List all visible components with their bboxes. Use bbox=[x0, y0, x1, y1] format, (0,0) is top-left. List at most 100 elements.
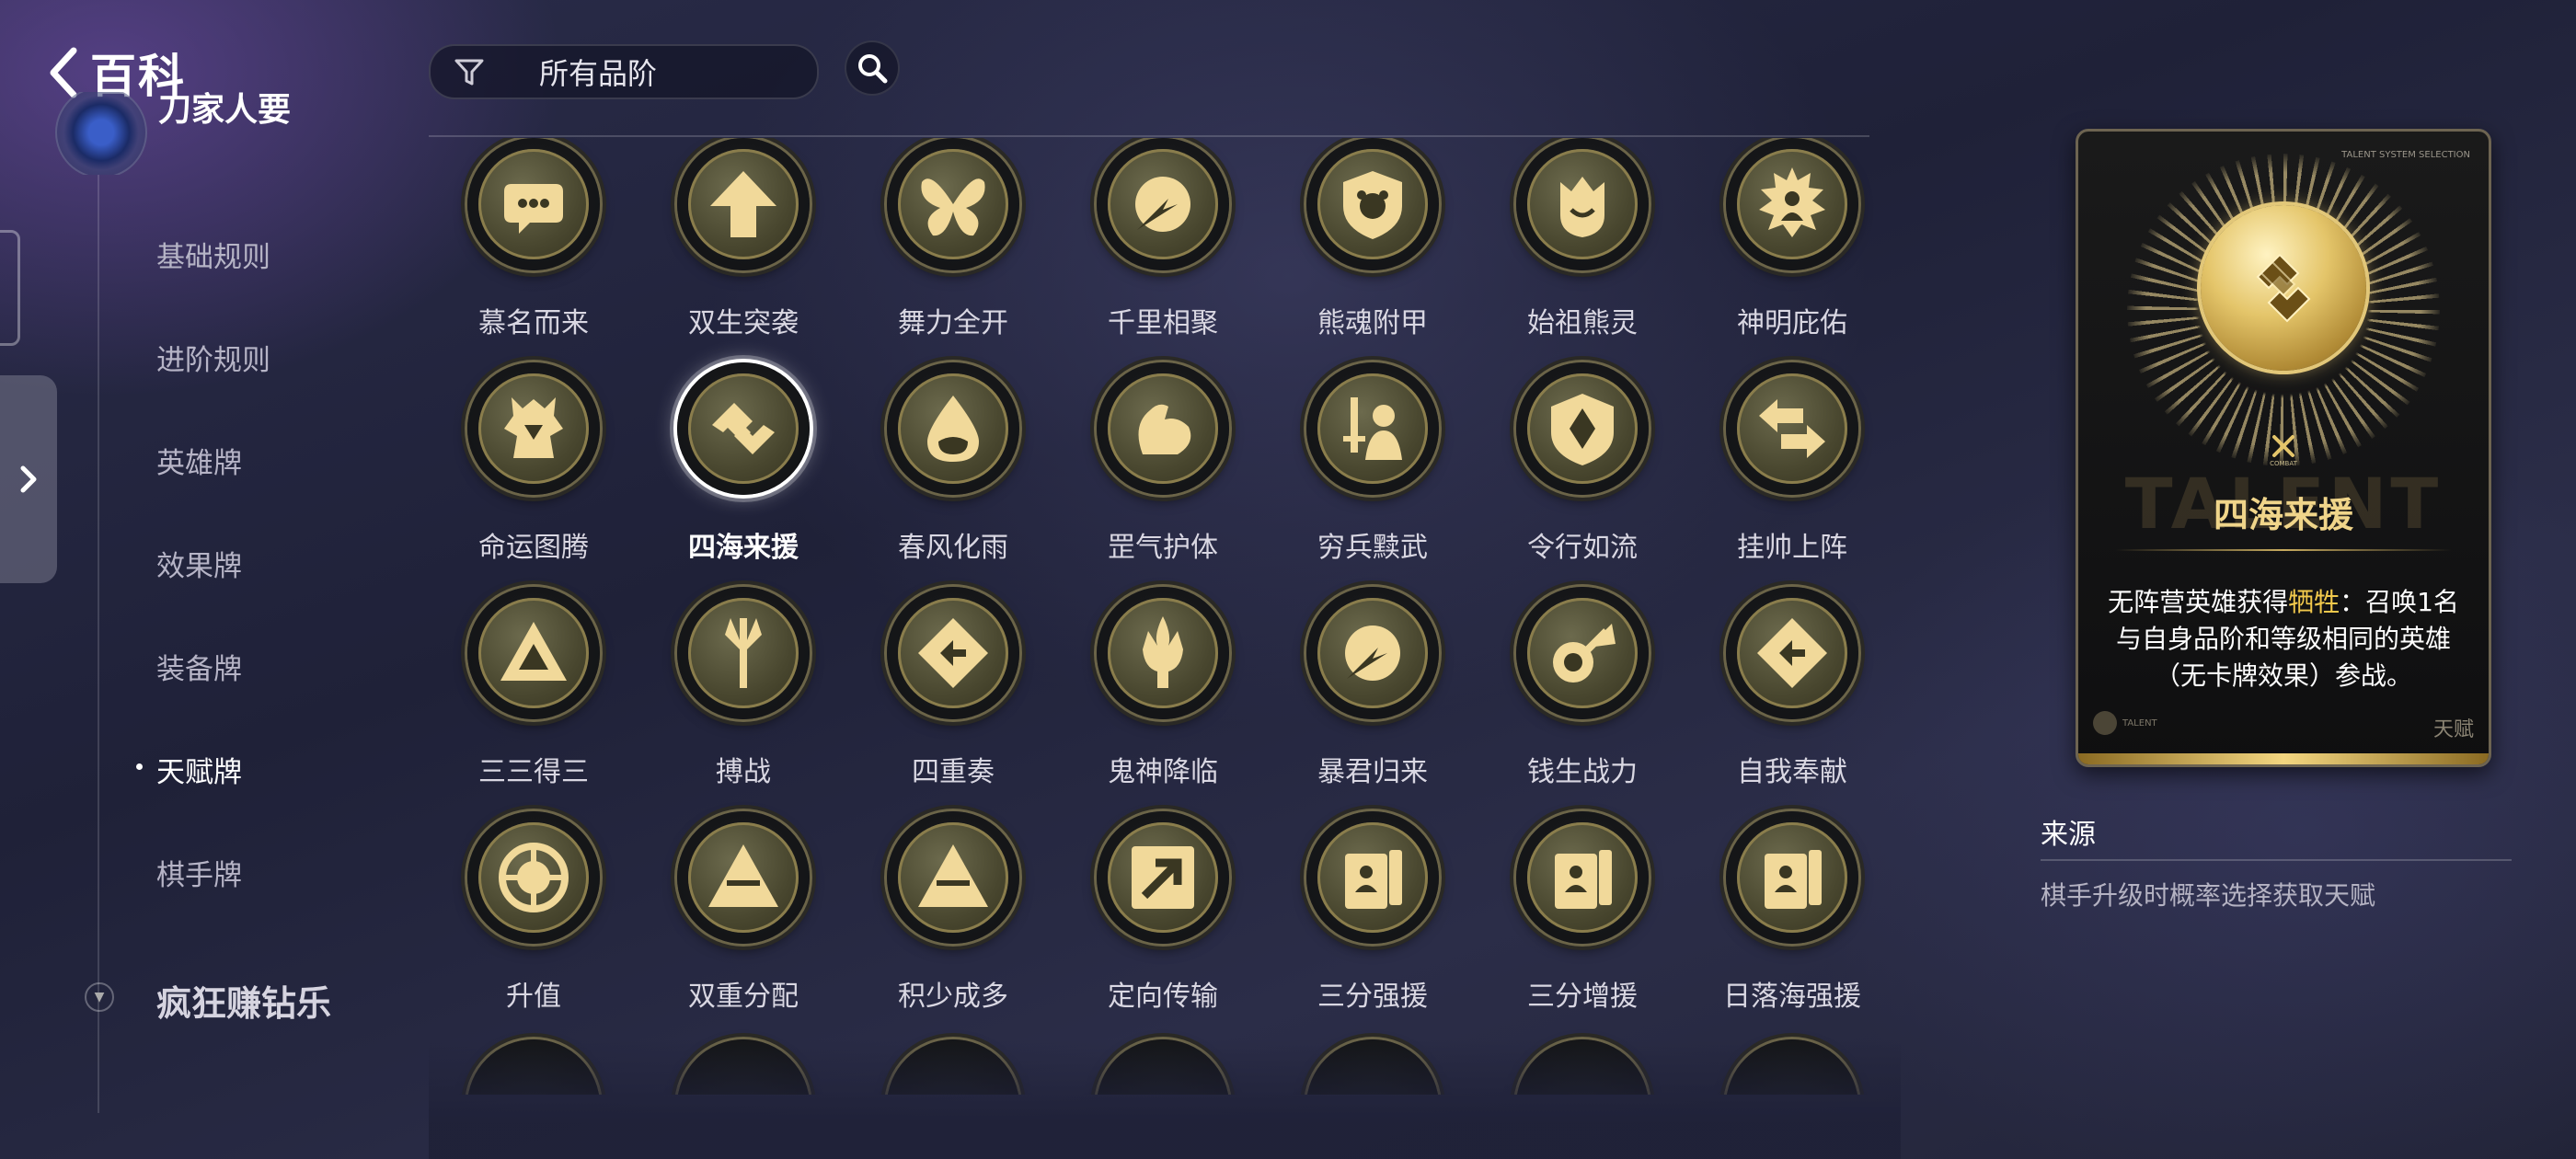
talent-name: 三分强援 bbox=[1317, 981, 1428, 1013]
sidebar-item[interactable]: 基础规则 bbox=[156, 234, 270, 275]
talent-item[interactable]: 自我奉献 bbox=[1687, 587, 1897, 813]
card-gold-edge bbox=[2078, 753, 2489, 764]
swap-arrows-icon bbox=[1759, 399, 1825, 458]
talent-item[interactable]: 慕名而来 bbox=[429, 138, 638, 364]
talent-medal bbox=[1516, 811, 1649, 944]
talent-medal bbox=[1097, 811, 1229, 944]
talent-item[interactable]: 暴君归来 bbox=[1268, 587, 1478, 813]
talent-medal bbox=[887, 811, 1019, 944]
talent-medal bbox=[677, 362, 810, 495]
expand-drawer-button[interactable] bbox=[0, 375, 57, 583]
grade-filter-dropdown[interactable]: 所有品阶 bbox=[429, 44, 819, 99]
source-divider bbox=[2041, 859, 2512, 861]
sidebar-item[interactable]: 效果牌 bbox=[156, 543, 242, 584]
grid-scroll-fade bbox=[429, 1039, 1901, 1159]
sidebar-item[interactable]: 装备牌 bbox=[156, 646, 242, 687]
search-button[interactable] bbox=[845, 40, 900, 96]
talent-item[interactable]: 千里相聚 bbox=[1058, 138, 1268, 364]
sidebar-section-header[interactable]: 刀家人要 bbox=[52, 92, 355, 175]
talent-item[interactable]: 积少成多 bbox=[848, 811, 1058, 1038]
card-title: 四海来援 bbox=[2213, 495, 2353, 535]
talent-item[interactable]: 四海来援 bbox=[638, 362, 848, 589]
talent-medal bbox=[887, 587, 1019, 719]
comet-icon bbox=[1345, 625, 1400, 681]
talent-medal bbox=[1306, 362, 1439, 495]
talent-medal bbox=[1097, 138, 1229, 270]
talent-grid: 慕名而来 双生突袭 舞力全开 千里相聚 熊魂附甲 始祖熊灵 神明庇佑命运图腾 四海来援 春风化雨… bbox=[429, 138, 1901, 1095]
talent-item[interactable]: 始祖熊灵 bbox=[1478, 138, 1687, 364]
comet-icon bbox=[1135, 177, 1190, 232]
talent-name: 三三得三 bbox=[478, 756, 589, 788]
talent-item[interactable]: 双重分配 bbox=[638, 811, 848, 1038]
card-divider bbox=[2115, 549, 2452, 551]
talent-item[interactable]: 挂帅上阵 bbox=[1687, 362, 1897, 589]
talent-item[interactable]: 搏战 bbox=[638, 587, 848, 813]
talent-item[interactable]: 四重奏 bbox=[848, 587, 1058, 813]
talent-medal bbox=[1306, 587, 1439, 719]
talent-item[interactable]: 双生突袭 bbox=[638, 138, 848, 364]
sidebar-item[interactable]: 天赋牌 bbox=[136, 749, 242, 790]
sidebar-item[interactable]: 进阶规则 bbox=[156, 337, 270, 378]
filter-label: 所有品阶 bbox=[539, 56, 658, 91]
talent-item[interactable]: 春风化雨 bbox=[848, 362, 1058, 589]
talent-item[interactable]: 日落海强援 bbox=[1687, 811, 1897, 1038]
talent-medal bbox=[467, 811, 600, 944]
source-text: 棋手升级时概率选择获取天赋 bbox=[2041, 880, 2376, 911]
chevron-down-icon[interactable]: ▼ bbox=[85, 982, 114, 1012]
talent-coin-icon bbox=[2201, 205, 2366, 371]
talent-medal bbox=[677, 587, 810, 719]
talent-item[interactable]: 命运图腾 bbox=[429, 362, 638, 589]
talent-medal bbox=[1516, 587, 1649, 719]
target-arrow-icon bbox=[499, 843, 569, 912]
talent-item[interactable]: 升值 bbox=[429, 811, 638, 1038]
sidebar-item[interactable]: 英雄牌 bbox=[156, 440, 242, 481]
crossed-swords-icon bbox=[2272, 435, 2294, 457]
pyramid-icon bbox=[708, 844, 778, 907]
talent-item[interactable]: 熊魂附甲 bbox=[1268, 138, 1478, 364]
talent-medal bbox=[467, 587, 600, 719]
soldier-sword-icon bbox=[1343, 397, 1402, 460]
talent-medal bbox=[1097, 362, 1229, 495]
talent-item[interactable]: 钱生战力 bbox=[1478, 587, 1687, 813]
talent-medal bbox=[887, 362, 1019, 495]
cards-icon bbox=[1345, 850, 1402, 909]
talent-item[interactable]: 神明庇佑 bbox=[1687, 138, 1897, 364]
talent-item[interactable]: 三三得三 bbox=[429, 587, 638, 813]
talent-name: 自我奉献 bbox=[1737, 756, 1847, 788]
talent-item[interactable]: 舞力全开 bbox=[848, 138, 1058, 364]
diamond-arrows-icon bbox=[918, 618, 988, 688]
chevron-right-icon bbox=[20, 465, 37, 493]
talent-name: 四重奏 bbox=[912, 756, 995, 788]
coin-arrow-icon bbox=[1553, 624, 1616, 683]
sidebar-item-label: 效果牌 bbox=[156, 550, 242, 583]
sidebar-item[interactable]: 棋手牌 bbox=[156, 852, 242, 893]
talent-item[interactable]: 令行如流 bbox=[1478, 362, 1687, 589]
talent-medal bbox=[1726, 138, 1858, 270]
talent-medal bbox=[887, 138, 1019, 270]
talent-item[interactable]: 鬼神降临 bbox=[1058, 587, 1268, 813]
talent-name: 三分增援 bbox=[1527, 981, 1638, 1013]
filter-icon bbox=[454, 59, 484, 86]
talent-item[interactable]: 定向传输 bbox=[1058, 811, 1268, 1038]
desc-keyword: 牺牲 bbox=[2288, 587, 2340, 617]
talent-name: 慕名而来 bbox=[478, 307, 589, 339]
talent-name: 暴君归来 bbox=[1317, 756, 1428, 788]
talent-item[interactable]: 穷兵黩武 bbox=[1268, 362, 1478, 589]
active-dot-icon bbox=[136, 763, 143, 770]
sidebar-section2-title[interactable]: 疯狂赚钻乐 bbox=[156, 975, 331, 1026]
sun-figure-icon bbox=[1759, 167, 1825, 237]
talent-item[interactable]: 三分增援 bbox=[1478, 811, 1687, 1038]
talent-item[interactable]: 三分强援 bbox=[1268, 811, 1478, 1038]
talent-medal bbox=[1726, 811, 1858, 944]
talent-item[interactable]: 罡气护体 bbox=[1058, 362, 1268, 589]
header-divider bbox=[429, 135, 1869, 137]
talent-name: 神明庇佑 bbox=[1737, 307, 1847, 339]
diamond-arrows-icon bbox=[1757, 618, 1827, 688]
bear-shield-icon bbox=[1343, 171, 1402, 239]
talent-medal bbox=[1516, 138, 1649, 270]
talent-detail-card: TALENT SYSTEM SELECTION COMBAT TALENT 四海… bbox=[2076, 129, 2491, 767]
talent-medal bbox=[467, 362, 600, 495]
talent-name: 双生突袭 bbox=[688, 307, 799, 339]
talent-name: 挂帅上阵 bbox=[1737, 532, 1847, 564]
talent-medal bbox=[1726, 587, 1858, 719]
